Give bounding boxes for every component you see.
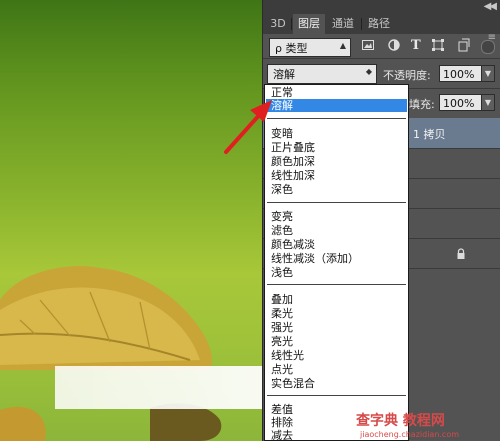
menu-item-dissolve[interactable]: 溶解 [266,99,407,112]
menu-item-lighten[interactable]: 变亮 [271,210,293,223]
filter-toggle-icon[interactable] [481,40,495,54]
tab-separator [361,18,362,30]
menu-item-screen[interactable]: 滤色 [271,224,293,237]
menu-item-linear-dodge[interactable]: 线性减淡（添加） [271,252,359,265]
menu-item-vivid-light[interactable]: 亮光 [271,335,293,348]
menu-item-linear-light[interactable]: 线性光 [271,349,304,362]
tab-paths[interactable]: 路径 [363,14,395,34]
blend-mode-dropdown[interactable]: 溶解 ◆ [267,64,377,84]
menu-item-darken[interactable]: 变暗 [271,127,293,140]
smart-object-filter-icon[interactable] [457,38,471,52]
menu-item-exclusion[interactable]: 排除 [271,416,293,429]
fill-input[interactable]: 100% [439,94,482,111]
layer-filter-label: ρ 类型 [275,42,308,55]
menu-separator [267,202,406,203]
chevron-updown-icon: ◆ [365,67,372,76]
menu-separator [267,395,406,396]
chevron-updown-icon: ▲ [339,41,346,50]
blend-mode-menu: 正常 溶解 变暗 正片叠底 颜色加深 线性加深 深色 变亮 滤色 颜色减淡 线性… [264,84,409,441]
panel-header-strip: ◀◀ [263,0,500,14]
watermark-logo: 查字典 教程网 jiaocheng.chazidian.com [356,410,500,441]
collapse-panel-icon[interactable]: ◀◀ [484,1,497,12]
lock-icon[interactable] [455,248,467,260]
layer-filter-dropdown[interactable]: ρ 类型 ▲ [269,38,351,57]
panel-tabs: 3D 图层 通道 路径 ≡ [263,14,500,43]
watermark-url: jiaocheng.chazidian.com [360,430,460,439]
menu-item-lighter-color[interactable]: 浅色 [271,266,293,279]
opacity-input[interactable]: 100% [439,65,482,82]
blend-mode-value: 溶解 [273,68,295,81]
menu-item-hard-mix[interactable]: 实色混合 [271,377,315,390]
opacity-label: 不透明度: [383,69,431,82]
layer-name: 1 拷贝 [413,128,446,141]
image-filter-icon[interactable] [361,38,375,52]
type-filter-icon[interactable]: T [411,38,421,53]
menu-separator [267,118,406,119]
menu-item-pin-light[interactable]: 点光 [271,363,293,376]
menu-item-subtract[interactable]: 减去 [271,429,293,440]
divider [263,58,500,59]
watermark-brand: 查字典 教程网 [356,413,445,429]
menu-item-soft-light[interactable]: 柔光 [271,307,293,320]
menu-item-multiply[interactable]: 正片叠底 [271,141,315,154]
menu-item-normal[interactable]: 正常 [271,86,293,99]
menu-item-darker-color[interactable]: 深色 [271,183,293,196]
menu-item-linear-burn[interactable]: 线性加深 [271,169,315,182]
tab-channels[interactable]: 通道 [327,14,359,34]
tab-layers[interactable]: 图层 [293,14,325,34]
shape-filter-icon[interactable] [431,38,445,52]
opacity-slider-toggle[interactable]: ▼ [481,65,495,82]
menu-item-difference[interactable]: 差值 [271,403,293,416]
menu-item-color-burn[interactable]: 颜色加深 [271,155,315,168]
tab-3d[interactable]: 3D [267,14,289,34]
menu-item-hard-light[interactable]: 强光 [271,321,293,334]
fill-label: 填充: [409,98,435,111]
menu-item-color-dodge[interactable]: 颜色减淡 [271,238,315,251]
adjustment-filter-icon[interactable] [387,38,401,52]
tab-separator [291,18,292,30]
fill-slider-toggle[interactable]: ▼ [481,94,495,111]
menu-item-overlay[interactable]: 叠加 [271,293,293,306]
menu-separator [267,284,406,285]
